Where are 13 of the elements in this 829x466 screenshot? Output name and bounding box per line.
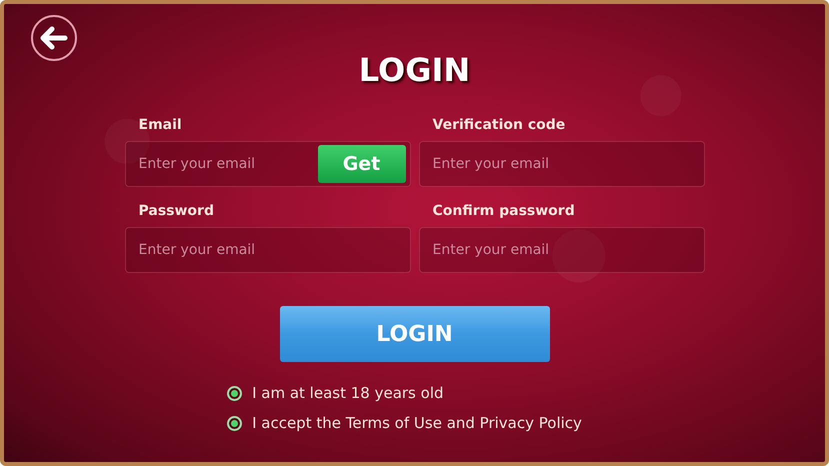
input-field[interactable]: Enter your email <box>418 141 704 187</box>
get-code-button[interactable]: Get <box>318 145 406 183</box>
field-label: Verification code <box>432 117 566 133</box>
field-label: Password <box>138 203 215 219</box>
input-field[interactable]: Enter your email <box>418 227 704 273</box>
agreement-text: I accept the Terms of Use and Privacy Policy <box>252 414 582 432</box>
login-button[interactable]: LOGIN <box>280 306 550 362</box>
input-field[interactable]: Enter your email <box>124 227 410 273</box>
agreement-text: I am at least 18 years old <box>252 384 444 402</box>
field-label: Confirm password <box>432 203 576 219</box>
input-field[interactable]: Enter your email Get <box>124 141 410 187</box>
field-label: Email <box>138 117 183 133</box>
login-title: LOGIN <box>358 50 470 90</box>
